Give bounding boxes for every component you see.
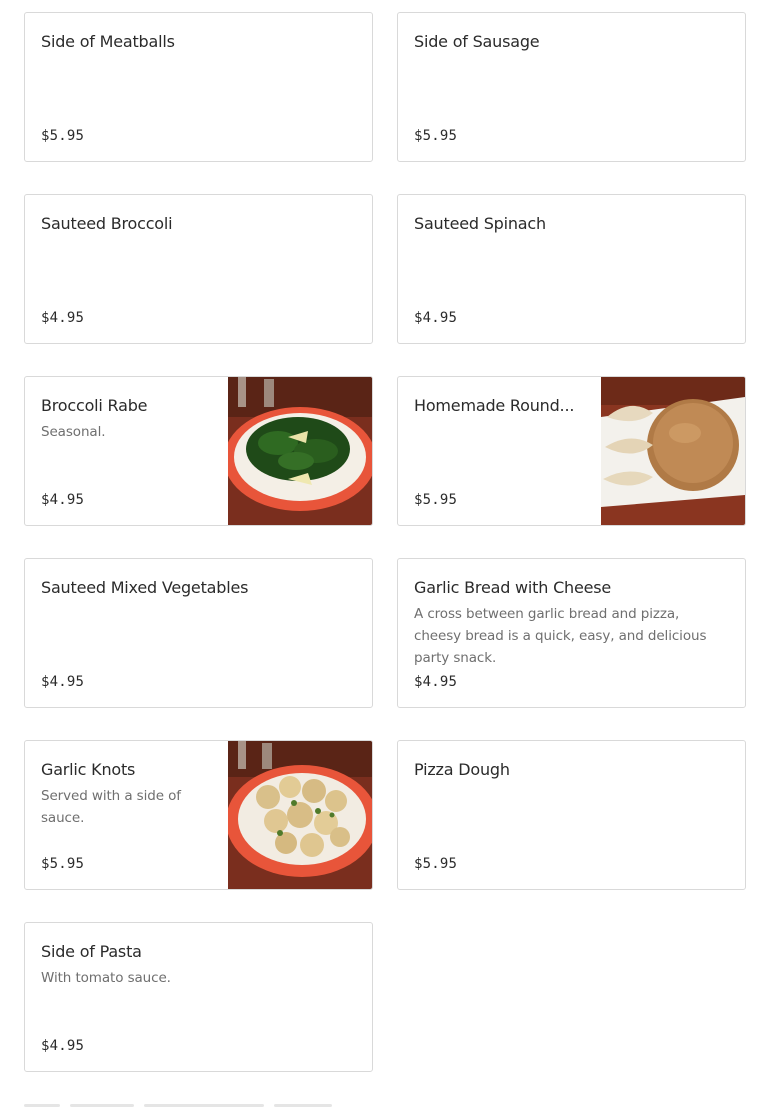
menu-item-description: Seasonal. [41, 424, 106, 440]
menu-item-card[interactable]: Sauteed Mixed Vegetables $4.95 [24, 558, 373, 708]
menu-item-card[interactable]: Garlic Bread with Cheese A cross between… [397, 558, 746, 708]
menu-item-info: Sauteed Broccoli [41, 213, 356, 327]
broccoli-rabe-photo [228, 377, 372, 525]
menu-item-info: Sauteed Spinach [414, 213, 729, 327]
menu-item-title: Side of Meatballs [41, 32, 175, 51]
menu-item-price: $5.95 [41, 856, 85, 872]
menu-item-description: Served with a side of sauce. [41, 788, 181, 826]
menu-item-price: $5.95 [41, 128, 85, 144]
menu-item-info: Side of Meatballs [41, 31, 356, 145]
menu-item-info: Side of Pasta With tomato sauce. [41, 941, 356, 1055]
menu-item-price: $4.95 [414, 310, 458, 326]
menu-item-description: With tomato sauce. [41, 970, 171, 986]
menu-item-price: $5.95 [414, 492, 458, 508]
menu-item-price: $5.95 [414, 856, 458, 872]
menu-item-title: Side of Pasta [41, 942, 142, 961]
menu-item-info: Pizza Dough [414, 759, 729, 873]
menu-item-card[interactable]: Pizza Dough $5.95 [397, 740, 746, 890]
menu-item-card[interactable]: Broccoli Rabe Seasonal. $4.95 [24, 376, 373, 526]
menu-item-title: Sauteed Broccoli [41, 214, 173, 233]
menu-item-price: $4.95 [41, 492, 85, 508]
menu-item-title: Pizza Dough [414, 760, 510, 779]
menu-item-title: Garlic Knots [41, 760, 136, 779]
menu-item-price: $4.95 [414, 674, 458, 690]
menu-item-title: Garlic Bread with Cheese [414, 578, 612, 597]
menu-item-title: Side of Sausage [414, 32, 540, 51]
menu-items-grid: Side of Meatballs $5.95 Side of Sausage … [24, 12, 746, 1072]
menu-item-card[interactable]: Sauteed Broccoli $4.95 [24, 194, 373, 344]
footer-partial-links [24, 1094, 344, 1107]
menu-item-card[interactable]: Side of Pasta With tomato sauce. $4.95 [24, 922, 373, 1072]
homemade-round-bread-photo [601, 377, 745, 525]
garlic-knots-photo [228, 741, 372, 889]
menu-item-price: $5.95 [414, 128, 458, 144]
menu-item-info: Side of Sausage [414, 31, 729, 145]
menu-item-card[interactable]: Homemade Round... $5.95 [397, 376, 746, 526]
menu-item-card[interactable]: Garlic Knots Served with a side of sauce… [24, 740, 373, 890]
menu-item-title: Homemade Round... [414, 396, 575, 415]
menu-item-price: $4.95 [41, 674, 85, 690]
menu-item-info: Sauteed Mixed Vegetables [41, 577, 356, 691]
menu-item-title: Sauteed Spinach [414, 214, 546, 233]
menu-item-title: Broccoli Rabe [41, 396, 148, 415]
menu-item-price: $4.95 [41, 1038, 85, 1054]
menu-item-card[interactable]: Side of Meatballs $5.95 [24, 12, 373, 162]
menu-item-card[interactable]: Side of Sausage $5.95 [397, 12, 746, 162]
menu-item-description: A cross between garlic bread and pizza, … [414, 606, 707, 666]
menu-item-title: Sauteed Mixed Vegetables [41, 578, 249, 597]
menu-item-card[interactable]: Sauteed Spinach $4.95 [397, 194, 746, 344]
menu-item-info: Garlic Bread with Cheese A cross between… [414, 577, 729, 691]
menu-item-price: $4.95 [41, 310, 85, 326]
